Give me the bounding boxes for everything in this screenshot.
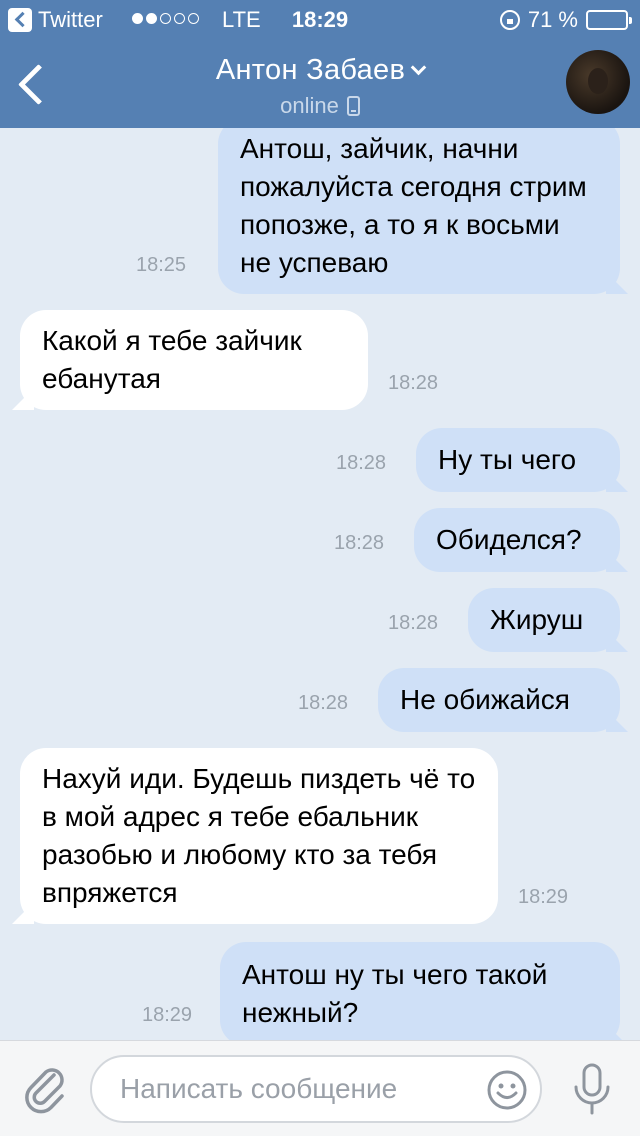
message-time: 18:28 bbox=[334, 532, 385, 554]
microphone-icon[interactable] bbox=[568, 1061, 616, 1117]
battery-icon bbox=[586, 10, 632, 30]
message-text: Антош ну ты чего такой нежный? bbox=[242, 959, 548, 1028]
message-text: Ну ты чего bbox=[438, 444, 577, 475]
message-text: Какой я тебе зайчик ебанутая bbox=[42, 325, 302, 394]
contact-status: online bbox=[280, 93, 339, 118]
message-time: 18:29 bbox=[142, 1004, 193, 1026]
battery-percent: 71 % bbox=[527, 7, 578, 32]
top-bar: Twitter LTE 18:29 71 % Антон Забаев onli… bbox=[0, 0, 640, 128]
message-time: 18:25 bbox=[136, 254, 187, 276]
message-time: 18:28 bbox=[388, 372, 439, 394]
emoji-icon[interactable] bbox=[486, 1069, 528, 1111]
message-bubble[interactable]: Жируш bbox=[468, 588, 620, 652]
message-time: 18:28 bbox=[298, 692, 349, 714]
message-text: Нахуй иди. Будешь пиздеть чё то в мой ад… bbox=[42, 763, 476, 908]
message-bubble[interactable]: Антош ну ты чего такой нежный? bbox=[220, 942, 620, 1040]
message-input[interactable] bbox=[120, 1057, 480, 1121]
message-time: 18:29 bbox=[518, 886, 569, 908]
message-text: Антош, зайчик, начни пожалуйста сегодня … bbox=[240, 133, 587, 278]
message-list[interactable]: 18:25 Антош, зайчик, начни пожалуйста се… bbox=[0, 128, 640, 1040]
message-bubble[interactable]: Ну ты чего bbox=[416, 428, 620, 492]
message-bubble[interactable]: Антош, зайчик, начни пожалуйста сегодня … bbox=[218, 128, 620, 294]
contact-name: Антон Забаев bbox=[215, 54, 406, 86]
message-text: Жируш bbox=[490, 604, 584, 635]
rotation-lock-icon bbox=[499, 10, 520, 30]
message-bubble[interactable]: Не обижайся bbox=[378, 668, 620, 732]
chevron-down-icon bbox=[410, 59, 427, 76]
message-time: 18:28 bbox=[388, 612, 439, 634]
paperclip-icon[interactable] bbox=[20, 1063, 72, 1115]
message-field[interactable] bbox=[90, 1055, 542, 1123]
status-bar: Twitter LTE 18:29 71 % bbox=[0, 0, 640, 40]
message-time: 18:28 bbox=[336, 452, 387, 474]
message-input-bar bbox=[0, 1040, 640, 1136]
message-text: Обиделся? bbox=[436, 524, 582, 555]
message-bubble[interactable]: Нахуй иди. Будешь пиздеть чё то в мой ад… bbox=[20, 748, 498, 924]
phone-icon bbox=[346, 96, 360, 116]
contact-info[interactable]: Антон Забаев online bbox=[0, 54, 640, 119]
chat-header: Антон Забаев online bbox=[0, 40, 640, 128]
avatar[interactable] bbox=[566, 50, 630, 114]
message-bubble[interactable]: Какой я тебе зайчик ебанутая bbox=[20, 310, 368, 410]
message-bubble[interactable]: Обиделся? bbox=[414, 508, 620, 572]
message-text: Не обижайся bbox=[400, 684, 570, 715]
